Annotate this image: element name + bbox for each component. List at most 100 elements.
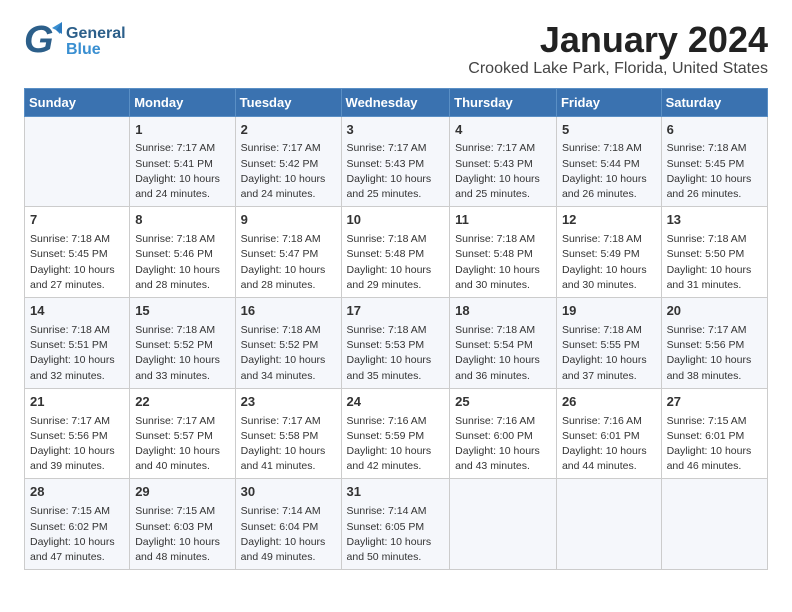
date-number: 3: [347, 121, 445, 140]
date-number: 18: [455, 302, 551, 321]
cell-info: Sunrise: 7:18 AMSunset: 5:48 PMDaylight:…: [347, 232, 445, 293]
calendar-cell: 23 Sunrise: 7:17 AMSunset: 5:58 PMDayligh…: [235, 388, 341, 479]
date-number: 1: [135, 121, 229, 140]
calendar-cell: 10Sunrise: 7:18 AMSunset: 5:48 PMDayligh…: [341, 207, 450, 298]
cell-info: Sunrise: 7:18 AMSunset: 5:51 PMDaylight:…: [30, 323, 124, 384]
calendar-cell: 19Sunrise: 7:18 AMSunset: 5:55 PMDayligh…: [556, 298, 661, 389]
date-number: 8: [135, 211, 229, 230]
date-number: 19: [562, 302, 656, 321]
calendar-cell: 14 Sunrise: 7:18 AMSunset: 5:51 PMDayligh…: [25, 298, 130, 389]
cell-info: Sunrise: 7:15 AMSunset: 6:01 PMDaylight:…: [667, 414, 762, 475]
calendar-cell: 1Sunrise: 7:17 AMSunset: 5:41 PMDaylight…: [130, 116, 235, 207]
calendar-cell: 6Sunrise: 7:18 AMSunset: 5:45 PMDaylight…: [661, 116, 767, 207]
calendar-cell: 30Sunrise: 7:14 AMSunset: 6:04 PMDayligh…: [235, 479, 341, 570]
header-row: SundayMondayTuesdayWednesdayThursdayFrid…: [25, 88, 768, 116]
calendar-cell: 11 Sunrise: 7:18 AMSunset: 5:48 PMDayligh…: [450, 207, 557, 298]
date-number: 27: [667, 393, 762, 412]
calendar-cell: 29Sunrise: 7:15 AMSunset: 6:03 PMDayligh…: [130, 479, 235, 570]
day-header-sunday: Sunday: [25, 88, 130, 116]
svg-text:G: G: [24, 20, 54, 61]
date-number: 21: [30, 393, 124, 412]
calendar-title: January 2024: [468, 20, 768, 60]
calendar-cell: 9Sunrise: 7:18 AMSunset: 5:47 PMDaylight…: [235, 207, 341, 298]
logo-general-text: General: [66, 26, 126, 42]
cell-info: Sunrise: 7:17 AMSunset: 5:43 PMDaylight:…: [347, 141, 445, 202]
cell-info: Sunrise: 7:18 AMSunset: 5:48 PMDaylight:…: [455, 232, 551, 293]
calendar-cell: 24 Sunrise: 7:16 AMSunset: 5:59 PMDayligh…: [341, 388, 450, 479]
calendar-cell: 22 Sunrise: 7:17 AMSunset: 5:57 PMDayligh…: [130, 388, 235, 479]
day-header-tuesday: Tuesday: [235, 88, 341, 116]
cell-info: Sunrise: 7:17 AMSunset: 5:42 PMDaylight:…: [241, 141, 336, 202]
calendar-cell: 15Sunrise: 7:18 AMSunset: 5:52 PMDayligh…: [130, 298, 235, 389]
week-row-4: 21Sunrise: 7:17 AMSunset: 5:56 PMDayligh…: [25, 388, 768, 479]
date-number: 9: [241, 211, 336, 230]
cell-info: Sunrise: 7:18 AMSunset: 5:45 PMDaylight:…: [30, 232, 124, 293]
calendar-cell: [25, 116, 130, 207]
day-header-friday: Friday: [556, 88, 661, 116]
date-number: 23: [241, 393, 336, 412]
date-number: 13: [667, 211, 762, 230]
date-number: 6: [667, 121, 762, 140]
cell-info: Sunrise: 7:14 AMSunset: 6:04 PMDaylight:…: [241, 504, 336, 565]
date-number: 26: [562, 393, 656, 412]
calendar-cell: 16Sunrise: 7:18 AMSunset: 5:52 PMDayligh…: [235, 298, 341, 389]
calendar-cell: 18 Sunrise: 7:18 AMSunset: 5:54 PMDayligh…: [450, 298, 557, 389]
day-header-thursday: Thursday: [450, 88, 557, 116]
date-number: 20: [667, 302, 762, 321]
calendar-table: SundayMondayTuesdayWednesdayThursdayFrid…: [24, 88, 768, 571]
cell-info: Sunrise: 7:17 AMSunset: 5:56 PMDaylight:…: [667, 323, 762, 384]
cell-info: Sunrise: 7:18 AMSunset: 5:52 PMDaylight:…: [241, 323, 336, 384]
logo-blue-text: Blue: [66, 42, 126, 58]
title-block: January 2024 Crooked Lake Park, Florida,…: [468, 20, 768, 78]
day-header-saturday: Saturday: [661, 88, 767, 116]
cell-info: Sunrise: 7:18 AMSunset: 5:54 PMDaylight:…: [455, 323, 551, 384]
date-number: 12: [562, 211, 656, 230]
page-header: G General Blue January 2024 Crooked Lake…: [24, 20, 768, 78]
week-row-2: 7Sunrise: 7:18 AMSunset: 5:45 PMDaylight…: [25, 207, 768, 298]
logo-text: General Blue: [66, 26, 126, 58]
date-number: 14: [30, 302, 124, 321]
calendar-cell: 26Sunrise: 7:16 AMSunset: 6:01 PMDayligh…: [556, 388, 661, 479]
date-number: 28: [30, 483, 124, 502]
calendar-cell: 21Sunrise: 7:17 AMSunset: 5:56 PMDayligh…: [25, 388, 130, 479]
calendar-cell: 31 Sunrise: 7:14 AMSunset: 6:05 PMDayligh…: [341, 479, 450, 570]
calendar-cell: 27 Sunrise: 7:15 AMSunset: 6:01 PMDayligh…: [661, 388, 767, 479]
cell-info: Sunrise: 7:18 AMSunset: 5:45 PMDaylight:…: [667, 141, 762, 202]
logo: G General Blue: [24, 20, 126, 64]
date-number: 11: [455, 211, 551, 230]
cell-info: Sunrise: 7:17 AMSunset: 5:41 PMDaylight:…: [135, 141, 229, 202]
logo-icon: G: [24, 20, 62, 64]
date-number: 25: [455, 393, 551, 412]
cell-info: Sunrise: 7:18 AMSunset: 5:52 PMDaylight:…: [135, 323, 229, 384]
cell-info: Sunrise: 7:17 AMSunset: 5:57 PMDaylight:…: [135, 414, 229, 475]
cell-info: Sunrise: 7:17 AMSunset: 5:58 PMDaylight:…: [241, 414, 336, 475]
cell-info: Sunrise: 7:15 AMSunset: 6:02 PMDaylight:…: [30, 504, 124, 565]
cell-info: Sunrise: 7:16 AMSunset: 5:59 PMDaylight:…: [347, 414, 445, 475]
cell-info: Sunrise: 7:18 AMSunset: 5:46 PMDaylight:…: [135, 232, 229, 293]
cell-info: Sunrise: 7:14 AMSunset: 6:05 PMDaylight:…: [347, 504, 445, 565]
day-header-wednesday: Wednesday: [341, 88, 450, 116]
week-row-3: 14 Sunrise: 7:18 AMSunset: 5:51 PMDayligh…: [25, 298, 768, 389]
date-number: 29: [135, 483, 229, 502]
calendar-cell: 13 Sunrise: 7:18 AMSunset: 5:50 PMDayligh…: [661, 207, 767, 298]
day-header-monday: Monday: [130, 88, 235, 116]
calendar-cell: 12Sunrise: 7:18 AMSunset: 5:49 PMDayligh…: [556, 207, 661, 298]
calendar-cell: [450, 479, 557, 570]
calendar-cell: 5Sunrise: 7:18 AMSunset: 5:44 PMDaylight…: [556, 116, 661, 207]
cell-info: Sunrise: 7:18 AMSunset: 5:44 PMDaylight:…: [562, 141, 656, 202]
calendar-cell: 3Sunrise: 7:17 AMSunset: 5:43 PMDaylight…: [341, 116, 450, 207]
date-number: 31: [347, 483, 445, 502]
calendar-cell: 7Sunrise: 7:18 AMSunset: 5:45 PMDaylight…: [25, 207, 130, 298]
cell-info: Sunrise: 7:17 AMSunset: 5:43 PMDaylight:…: [455, 141, 551, 202]
date-number: 22: [135, 393, 229, 412]
week-row-1: 1Sunrise: 7:17 AMSunset: 5:41 PMDaylight…: [25, 116, 768, 207]
date-number: 4: [455, 121, 551, 140]
calendar-cell: 2Sunrise: 7:17 AMSunset: 5:42 PMDaylight…: [235, 116, 341, 207]
date-number: 24: [347, 393, 445, 412]
cell-info: Sunrise: 7:18 AMSunset: 5:53 PMDaylight:…: [347, 323, 445, 384]
calendar-cell: 17Sunrise: 7:18 AMSunset: 5:53 PMDayligh…: [341, 298, 450, 389]
calendar-cell: 25 Sunrise: 7:16 AMSunset: 6:00 PMDayligh…: [450, 388, 557, 479]
cell-info: Sunrise: 7:18 AMSunset: 5:50 PMDaylight:…: [667, 232, 762, 293]
cell-info: Sunrise: 7:16 AMSunset: 6:00 PMDaylight:…: [455, 414, 551, 475]
calendar-cell: 4Sunrise: 7:17 AMSunset: 5:43 PMDaylight…: [450, 116, 557, 207]
